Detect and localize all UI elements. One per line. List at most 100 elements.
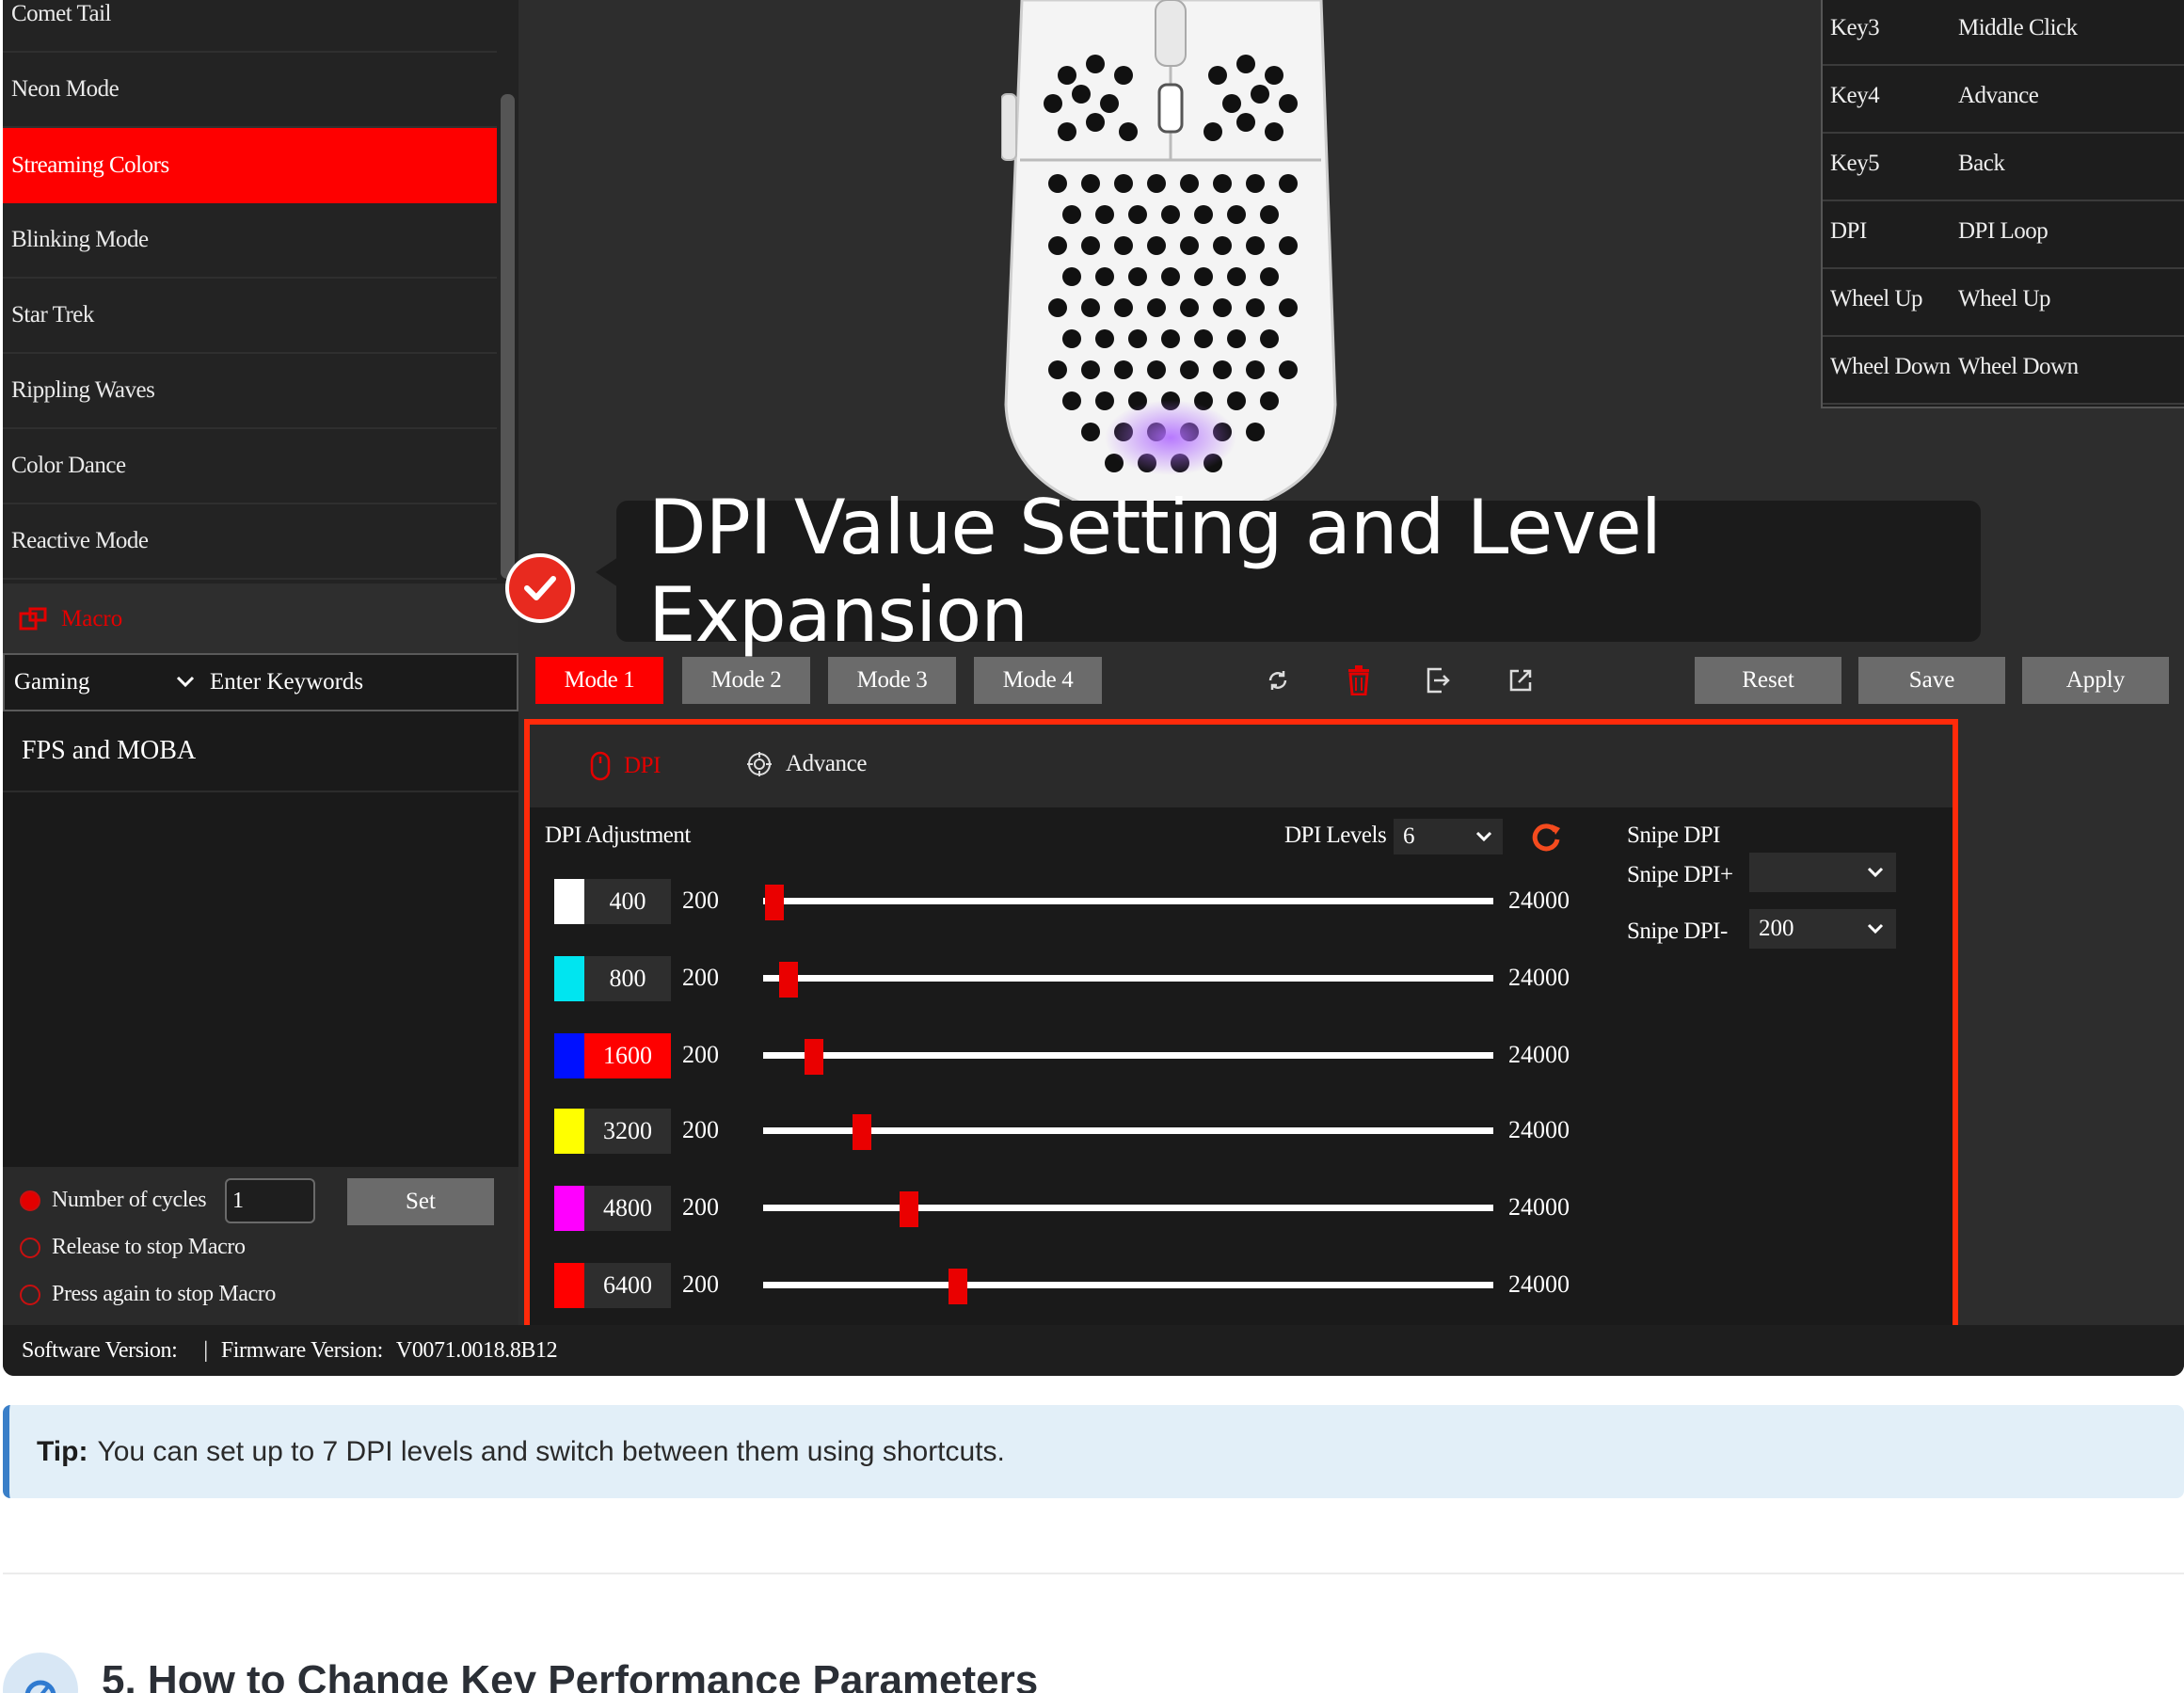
mode-2-button[interactable]: Mode 2 [682, 657, 810, 704]
keyword-search-input[interactable]: Enter Keywords [210, 669, 363, 695]
save-button[interactable]: Save [1858, 657, 2005, 704]
radio-unselected-icon[interactable] [20, 1284, 40, 1305]
radio-release-to-stop[interactable]: Release to stop Macro [20, 1235, 246, 1260]
chevron-down-icon [1867, 923, 1884, 934]
action-cell: Wheel Down [1958, 354, 2079, 379]
radio-selected-icon[interactable] [20, 1190, 40, 1211]
dpi-slider-thumb[interactable] [949, 1269, 968, 1304]
dpi-color-swatch[interactable] [554, 1263, 584, 1308]
tab-dpi[interactable]: DPI [590, 751, 661, 781]
sidebar-item-reactive-mode[interactable]: Reactive Mode [3, 504, 497, 580]
import-icon[interactable] [1420, 663, 1456, 698]
sidebar-item-color-dance[interactable]: Color Dance [3, 429, 497, 504]
dpi-value-field[interactable]: 4800 [584, 1186, 671, 1231]
chevron-down-icon[interactable] [172, 675, 199, 690]
table-row[interactable]: Wheel Up Wheel Up [1823, 271, 2184, 337]
dpi-color-swatch[interactable] [554, 1109, 584, 1154]
key-cell: Key5 [1830, 151, 1880, 176]
key-cell: Wheel Up [1830, 286, 1923, 311]
version-footer: Software Version: | Firmware Version: V0… [3, 1325, 2184, 1376]
sidebar-scrollbar[interactable] [501, 94, 515, 579]
sidebar-item-blinking-mode[interactable]: Blinking Mode [3, 203, 497, 279]
dpi-slider-track[interactable] [763, 898, 1493, 904]
mouse-image [1001, 0, 1337, 524]
dpi-slider-thumb[interactable] [900, 1191, 919, 1227]
radio-press-again-to-stop[interactable]: Press again to stop Macro [20, 1282, 276, 1307]
radio-number-of-cycles[interactable]: Number of cycles [20, 1188, 207, 1213]
lighting-mode-list: Comet Tail Neon Mode Streaming Colors Bl… [3, 0, 518, 583]
dpi-color-swatch[interactable] [554, 1186, 584, 1231]
action-cell: Back [1958, 151, 2005, 176]
mode-1-button[interactable]: Mode 1 [535, 657, 663, 704]
macro-icon [19, 607, 47, 631]
dpi-tab-bar: DPI Advance [530, 725, 1953, 807]
key-cell: Key4 [1830, 83, 1880, 108]
dpi-range-max: 24000 [1508, 1116, 1570, 1143]
game-category-select[interactable]: Gaming [5, 669, 172, 695]
dpi-range-max: 24000 [1508, 1041, 1570, 1068]
dpi-value-field[interactable]: 3200 [584, 1109, 671, 1154]
radio-unselected-icon[interactable] [20, 1237, 40, 1258]
dpi-range-max: 24000 [1508, 1270, 1570, 1298]
dpi-slider-track[interactable] [763, 975, 1493, 982]
sync-icon[interactable] [1260, 663, 1296, 698]
dpi-slider-track[interactable] [763, 1282, 1493, 1288]
dpi-levels-select[interactable]: 6 [1394, 819, 1503, 854]
snipe-dpi-minus-value: 200 [1759, 916, 1794, 941]
set-button[interactable]: Set [347, 1178, 494, 1225]
tab-advance-label: Advance [786, 751, 868, 776]
dpi-range-min: 200 [682, 886, 719, 914]
sidebar-item-streaming-colors[interactable]: Streaming Colors [3, 128, 497, 203]
dpi-slider-track[interactable] [763, 1127, 1493, 1134]
apply-button[interactable]: Apply [2022, 657, 2169, 704]
snipe-dpi-plus-select[interactable] [1749, 853, 1896, 892]
key-cell: DPI [1830, 218, 1867, 244]
reset-button[interactable]: Reset [1695, 657, 1841, 704]
mode-3-button[interactable]: Mode 3 [828, 657, 956, 704]
sidebar-item-neon-mode[interactable]: Neon Mode [3, 53, 497, 128]
table-row[interactable]: DPI DPI Loop [1823, 203, 2184, 269]
dpi-color-swatch[interactable] [554, 1033, 584, 1078]
tab-advance[interactable]: Advance [746, 751, 867, 777]
dpi-slider-thumb[interactable] [764, 885, 784, 920]
trash-icon[interactable] [1341, 663, 1377, 698]
dpi-slider-thumb[interactable] [779, 962, 799, 998]
export-icon[interactable] [1503, 663, 1538, 698]
dpi-color-swatch[interactable] [554, 956, 584, 1001]
dpi-settings-panel: DPI Advance DPI Adjustment DPI Levels 6 … [524, 719, 1958, 1331]
chevron-down-icon [1475, 831, 1492, 842]
sidebar-item-rippling-waves[interactable]: Rippling Waves [3, 354, 497, 429]
dpi-adjustment-label: DPI Adjustment [545, 823, 691, 848]
table-row[interactable]: Key4 Advance [1823, 68, 2184, 134]
dpi-slider-thumb[interactable] [805, 1039, 824, 1075]
dpi-slider-track[interactable] [763, 1205, 1493, 1211]
snipe-dpi-minus-select[interactable]: 200 [1749, 909, 1896, 949]
driver-app-window: Comet Tail Neon Mode Streaming Colors Bl… [3, 0, 2184, 1376]
dpi-levels-label: DPI Levels [1284, 823, 1387, 848]
sidebar-item-comet-tail[interactable]: Comet Tail [3, 0, 497, 53]
dpi-slider-thumb[interactable] [852, 1114, 871, 1150]
table-row[interactable]: Wheel Down Wheel Down [1823, 339, 2184, 405]
tip-text: You can set up to 7 DPI levels and switc… [97, 1435, 1005, 1467]
key-mapping-table: Key3 Middle Click Key4 Advance Key5 Back… [1821, 0, 2184, 408]
table-row[interactable]: Key3 Middle Click [1823, 0, 2184, 66]
dpi-slider-track[interactable] [763, 1052, 1493, 1059]
dpi-value-field[interactable]: 1600 [584, 1033, 671, 1078]
dpi-range-min: 200 [682, 1041, 719, 1068]
mode-4-button[interactable]: Mode 4 [974, 657, 1102, 704]
caption-pointer [596, 557, 618, 587]
sidebar-item-star-trek[interactable]: Star Trek [3, 279, 497, 354]
firmware-version-value: V0071.0018.8B12 [395, 1337, 558, 1363]
macro-section-header[interactable]: Macro [3, 585, 518, 653]
dpi-color-swatch[interactable] [554, 879, 584, 924]
dpi-value-field[interactable]: 800 [584, 956, 671, 1001]
dpi-value-field[interactable]: 400 [584, 879, 671, 924]
dpi-value-field[interactable]: 6400 [584, 1263, 671, 1308]
list-item-fps-moba[interactable]: FPS and MOBA [3, 711, 518, 792]
dpi-level-row: 3200 200 24000 [554, 1105, 1608, 1154]
cycles-input[interactable] [225, 1178, 315, 1223]
table-row[interactable]: Key5 Back [1823, 136, 2184, 201]
checkmark-icon [505, 553, 575, 623]
reset-dpi-icon[interactable] [1527, 819, 1565, 856]
footer-separator: | [203, 1337, 208, 1363]
